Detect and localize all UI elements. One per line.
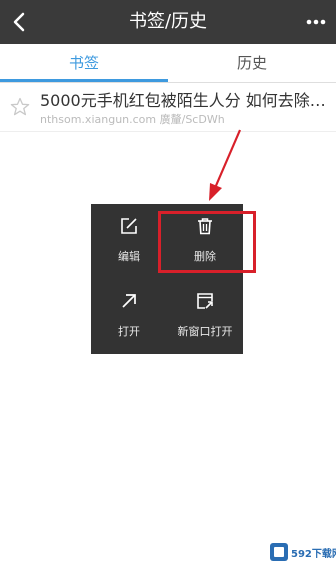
open-menu-item[interactable]: 打开	[91, 279, 167, 354]
bookmark-url: nthsom.xiangun.com 廣釐/ScDWh	[40, 113, 225, 126]
annotation-arrow-icon	[209, 129, 242, 201]
edit-menu-item[interactable]: 编辑	[91, 204, 167, 279]
star-outline-icon	[10, 97, 30, 116]
page-title: 书签/历史	[128, 11, 208, 32]
edit-label: 编辑	[118, 250, 140, 263]
active-tab-indicator	[0, 79, 168, 82]
tab-bar: 书签 历史	[0, 44, 336, 83]
bookmark-title: 5000元手机红包被陌生人分 如何去除…	[40, 91, 326, 110]
watermark-text: 592下载网	[291, 549, 336, 560]
new-window-menu-item[interactable]: 新窗口打开	[167, 279, 243, 354]
more-dots-icon	[306, 19, 326, 25]
annotation-highlight-box	[158, 211, 256, 273]
top-bar: 书签/历史	[0, 0, 336, 44]
more-button[interactable]	[302, 8, 330, 36]
watermark-icon	[270, 543, 288, 561]
edit-icon	[121, 218, 137, 234]
new-window-icon	[197, 293, 213, 309]
bookmark-item[interactable]: 5000元手机红包被陌生人分 如何去除… nthsom.xiangun.com …	[0, 83, 336, 132]
watermark-logo: 592下载网	[267, 539, 336, 565]
tab-bookmarks[interactable]: 书签	[0, 44, 168, 82]
open-label: 打开	[118, 325, 140, 338]
open-arrow-icon	[122, 294, 136, 308]
new-window-label: 新窗口打开	[177, 325, 233, 338]
tab-history[interactable]: 历史	[168, 44, 336, 82]
